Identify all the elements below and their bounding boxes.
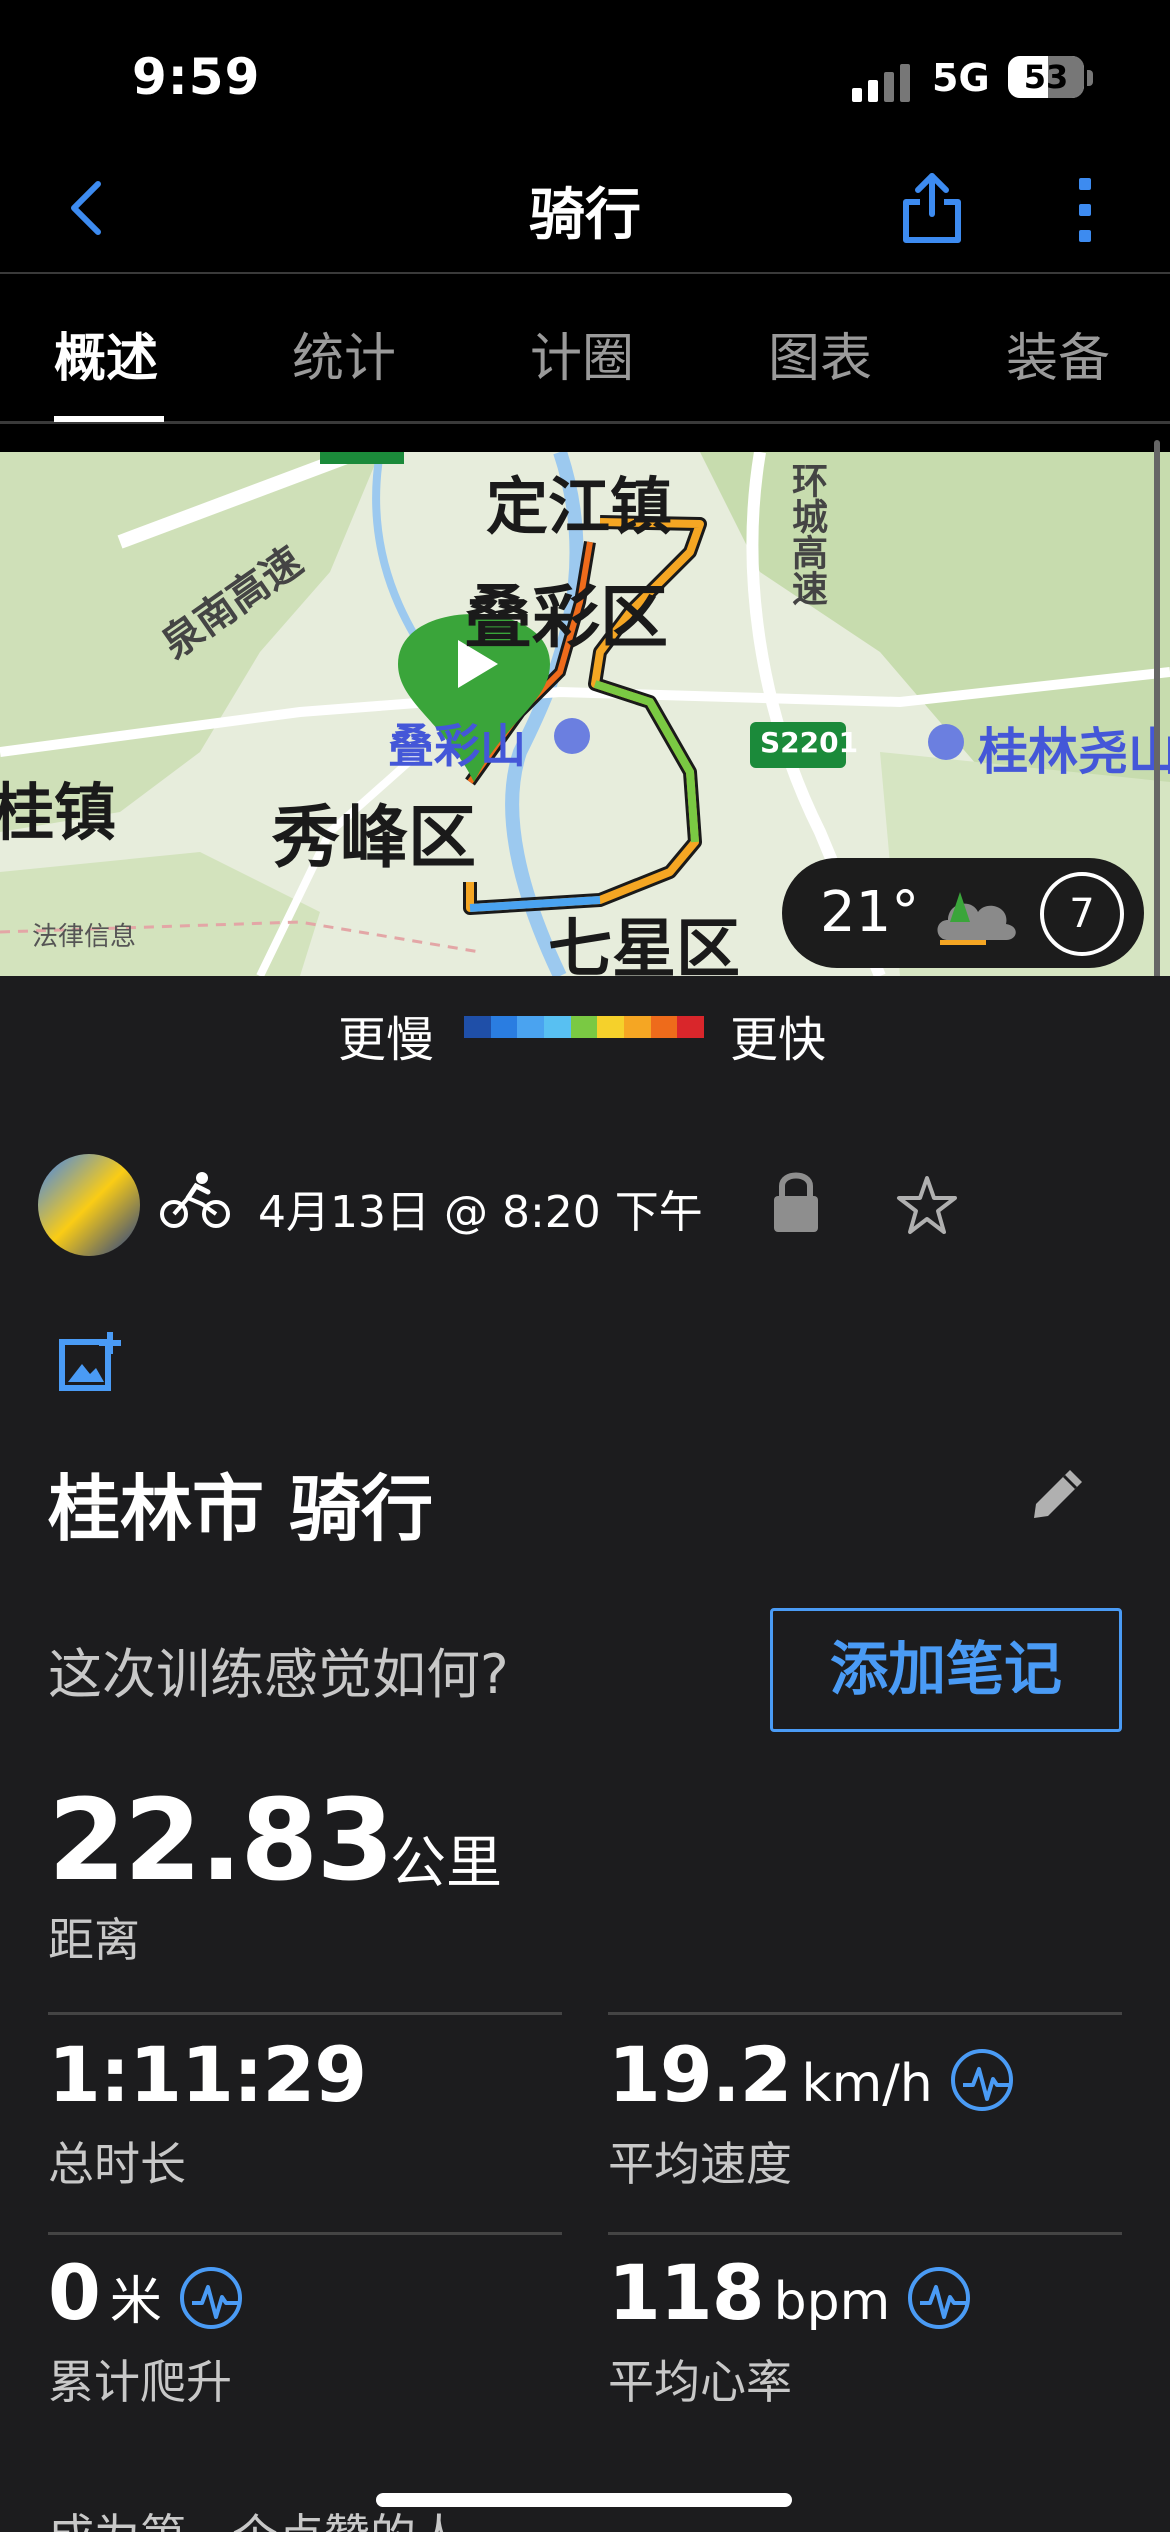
page-title: 骑行	[529, 183, 641, 248]
legal-info-link[interactable]: 法律信息	[32, 916, 136, 953]
avg-hr-number: 118	[608, 2248, 765, 2337]
duration-number: 1:11:29	[48, 2030, 367, 2119]
hr-insight-icon[interactable]	[908, 2267, 971, 2329]
avg-speed-number: 19.2	[608, 2030, 793, 2119]
share-icon[interactable]	[900, 168, 964, 244]
divider	[608, 2232, 1122, 2235]
map-label-dingjiang: 定江镇	[486, 470, 673, 543]
map-label-diecaishan: 叠彩山	[388, 719, 526, 773]
avg-hr-unit: bpm	[773, 2272, 891, 2332]
cloudy-weather-icon	[937, 892, 1016, 945]
tab-laps[interactable]: 计圈	[530, 316, 634, 391]
avg-speed-value: 19.2 km/h	[608, 2030, 1013, 2119]
activity-title: 桂林市 骑行	[48, 1467, 434, 1551]
tab-gear[interactable]: 装备	[1006, 316, 1110, 391]
lock-icon[interactable]	[770, 1168, 822, 1234]
avg-speed-label: 平均速度	[608, 2137, 792, 2191]
add-photo-icon[interactable]	[58, 1330, 124, 1392]
route-map[interactable]: 定江镇 叠彩区 秀峰区 七星区 泉南高速 环城高速 桂林尧山 叠彩山 S2201…	[0, 452, 1170, 976]
network-type: 5G	[932, 56, 990, 100]
favorite-star-icon[interactable]	[896, 1174, 958, 1236]
distance-unit: 公里	[390, 1831, 502, 1896]
speed-legend: 更慢 更快	[0, 1000, 1170, 1068]
more-options-icon[interactable]	[1070, 178, 1100, 242]
status-time: 9:59	[132, 48, 261, 106]
active-tab-indicator	[54, 416, 164, 422]
ascent-label: 累计爬升	[48, 2355, 232, 2409]
avg-speed-unit: km/h	[801, 2054, 933, 2114]
weather-badge: 21° 7	[782, 858, 1144, 968]
ascent-insight-icon[interactable]	[179, 2267, 242, 2329]
add-note-button[interactable]: 添加笔记	[770, 1608, 1122, 1732]
legend-fast-label: 更快	[730, 1012, 827, 1068]
distance-label: 距离	[48, 1913, 140, 1967]
ascent-number: 0	[48, 2248, 101, 2337]
activity-date: 4月13日 @ 8:20 下午	[258, 1187, 703, 1238]
legend-gradient-bar	[464, 1016, 705, 1038]
tab-bar: 概述 统计 计圈 图表 装备	[0, 276, 1170, 424]
ascent-unit: 米	[109, 2272, 162, 2332]
tab-overview[interactable]: 概述	[54, 316, 158, 391]
wind-speed-icon: 7	[1040, 872, 1124, 956]
map-label-qixing: 七星区	[548, 913, 740, 976]
speed-insight-icon[interactable]	[950, 2049, 1013, 2111]
cycling-icon	[160, 1172, 230, 1228]
tab-charts[interactable]: 图表	[768, 316, 872, 391]
avg-hr-value: 118 bpm	[608, 2248, 971, 2337]
divider	[48, 2012, 562, 2015]
avg-hr-label: 平均心率	[608, 2355, 792, 2409]
cellular-signal-icon	[852, 62, 916, 102]
battery-icon: 53	[1008, 56, 1084, 98]
avatar[interactable]	[38, 1154, 140, 1256]
distance-value: 22.83	[48, 1776, 394, 1906]
map-label-yaoshan: 桂林尧山	[978, 723, 1170, 781]
status-bar: 9:59 5G 53	[0, 0, 1170, 150]
duration-label: 总时长	[48, 2137, 186, 2191]
nav-bar: 骑行	[0, 150, 1170, 274]
map-label-road: S2201	[760, 726, 859, 759]
tab-stats[interactable]: 统计	[292, 316, 396, 391]
weather-temperature: 21°	[820, 880, 920, 945]
battery-tip	[1087, 70, 1093, 86]
home-indicator[interactable]	[376, 2493, 792, 2507]
divider	[48, 2232, 562, 2235]
map-label-zhen: 桂镇	[0, 776, 117, 849]
duration-value: 1:11:29	[48, 2030, 367, 2119]
legend-slow-label: 更慢	[338, 1012, 435, 1068]
battery-level: 53	[1023, 58, 1069, 96]
map-label-xiufeng: 秀峰区	[272, 799, 477, 878]
map-label-ring: 环城高速	[786, 462, 827, 606]
ascent-value: 0米	[48, 2248, 242, 2337]
map-label-diecai: 叠彩区	[464, 579, 669, 658]
feel-prompt: 这次训练感觉如何?	[48, 1643, 509, 1706]
divider	[608, 2012, 1122, 2015]
edit-pencil-icon[interactable]	[1030, 1466, 1086, 1522]
